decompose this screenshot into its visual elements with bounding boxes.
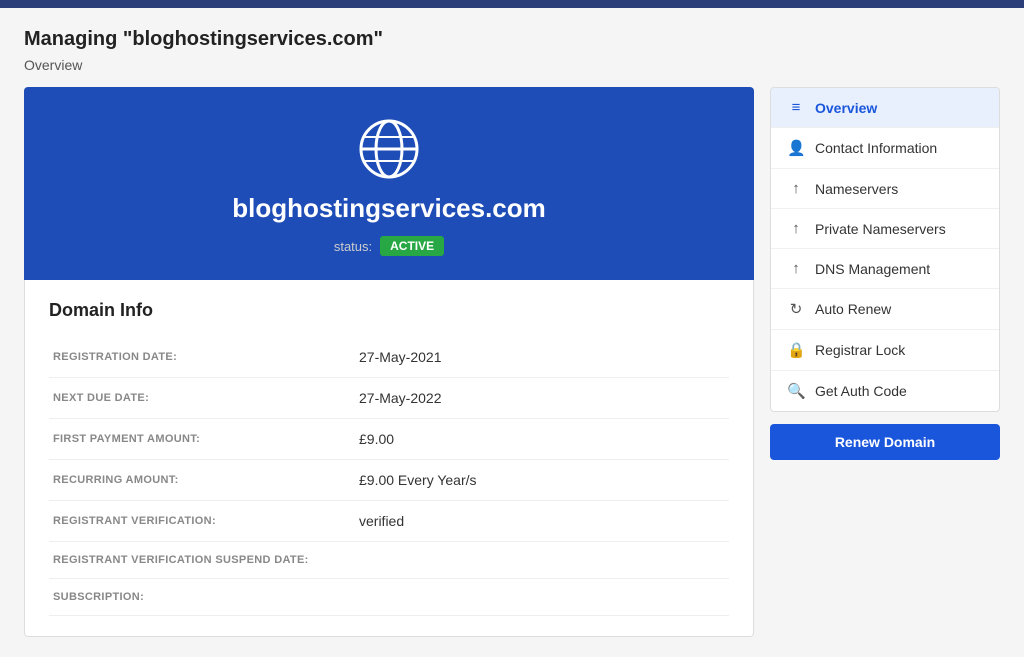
contact-information-icon: 👤 <box>787 139 805 157</box>
row-label: RECURRING AMOUNT: <box>49 460 355 501</box>
sidebar-item-label: Overview <box>815 100 877 116</box>
sidebar-item-contact-information[interactable]: 👤 Contact Information <box>771 128 999 169</box>
row-value: £9.00 <box>355 419 729 460</box>
domain-info-title: Domain Info <box>49 300 729 321</box>
row-label: REGISTRANT VERIFICATION: <box>49 501 355 542</box>
sidebar-item-label: Registrar Lock <box>815 342 905 358</box>
table-row: NEXT DUE DATE:27-May-2022 <box>49 378 729 419</box>
sidebar-item-registrar-lock[interactable]: 🔒 Registrar Lock <box>771 330 999 371</box>
table-row: FIRST PAYMENT AMOUNT:£9.00 <box>49 419 729 460</box>
status-row: status: ACTIVE <box>334 236 444 256</box>
info-table: REGISTRATION DATE:27-May-2021NEXT DUE DA… <box>49 337 729 616</box>
sidebar-item-dns-management[interactable]: ↑ DNS Management <box>771 249 999 289</box>
row-label: FIRST PAYMENT AMOUNT: <box>49 419 355 460</box>
overview-icon: ≡ <box>787 99 805 116</box>
registrar-lock-icon: 🔒 <box>787 341 805 359</box>
sidebar-item-label: Nameservers <box>815 181 898 197</box>
breadcrumb: Overview <box>24 57 1000 73</box>
row-label: NEXT DUE DATE: <box>49 378 355 419</box>
row-label: SUBSCRIPTION: <box>49 579 355 616</box>
page-wrapper: Managing "bloghostingservices.com" Overv… <box>0 8 1024 657</box>
auto-renew-icon: ↻ <box>787 300 805 318</box>
get-auth-code-icon: 🔍 <box>787 382 805 400</box>
sidebar-item-label: Private Nameservers <box>815 221 946 237</box>
table-row: SUBSCRIPTION: <box>49 579 729 616</box>
sidebar-item-label: Auto Renew <box>815 301 891 317</box>
sidebar-item-label: DNS Management <box>815 261 930 277</box>
sidebar-item-private-nameservers[interactable]: ↑ Private Nameservers <box>771 209 999 249</box>
row-value <box>355 542 729 579</box>
table-row: REGISTRANT VERIFICATION:verified <box>49 501 729 542</box>
sidebar: ≡ Overview 👤 Contact Information ↑ Nameserver… <box>770 87 1000 460</box>
domain-name: bloghostingservices.com <box>232 193 546 224</box>
sidebar-item-label: Contact Information <box>815 140 937 156</box>
top-bar <box>0 0 1024 8</box>
row-value: 27-May-2021 <box>355 337 729 378</box>
globe-icon <box>357 117 421 181</box>
row-value <box>355 579 729 616</box>
row-label: REGISTRATION DATE: <box>49 337 355 378</box>
dns-management-icon: ↑ <box>787 260 805 277</box>
sidebar-menu: ≡ Overview 👤 Contact Information ↑ Nameserver… <box>770 87 1000 412</box>
sidebar-item-nameservers[interactable]: ↑ Nameservers <box>771 169 999 209</box>
private-nameservers-icon: ↑ <box>787 220 805 237</box>
row-value: 27-May-2022 <box>355 378 729 419</box>
row-value: verified <box>355 501 729 542</box>
sidebar-item-label: Get Auth Code <box>815 383 907 399</box>
domain-hero: bloghostingservices.com status: ACTIVE <box>24 87 754 280</box>
row-label: REGISTRANT VERIFICATION SUSPEND DATE: <box>49 542 355 579</box>
sidebar-item-auto-renew[interactable]: ↻ Auto Renew <box>771 289 999 330</box>
status-badge: ACTIVE <box>380 236 444 256</box>
renew-domain-button[interactable]: Renew Domain <box>770 424 1000 460</box>
content-area: bloghostingservices.com status: ACTIVE D… <box>24 87 754 637</box>
page-title: Managing "bloghostingservices.com" <box>24 28 1000 51</box>
nameservers-icon: ↑ <box>787 180 805 197</box>
sidebar-item-get-auth-code[interactable]: 🔍 Get Auth Code <box>771 371 999 411</box>
status-label: status: <box>334 239 372 254</box>
table-row: REGISTRATION DATE:27-May-2021 <box>49 337 729 378</box>
sidebar-item-overview[interactable]: ≡ Overview <box>771 88 999 128</box>
table-row: RECURRING AMOUNT:£9.00 Every Year/s <box>49 460 729 501</box>
main-layout: bloghostingservices.com status: ACTIVE D… <box>24 87 1000 637</box>
table-row: REGISTRANT VERIFICATION SUSPEND DATE: <box>49 542 729 579</box>
domain-info-card: Domain Info REGISTRATION DATE:27-May-202… <box>24 280 754 637</box>
row-value: £9.00 Every Year/s <box>355 460 729 501</box>
